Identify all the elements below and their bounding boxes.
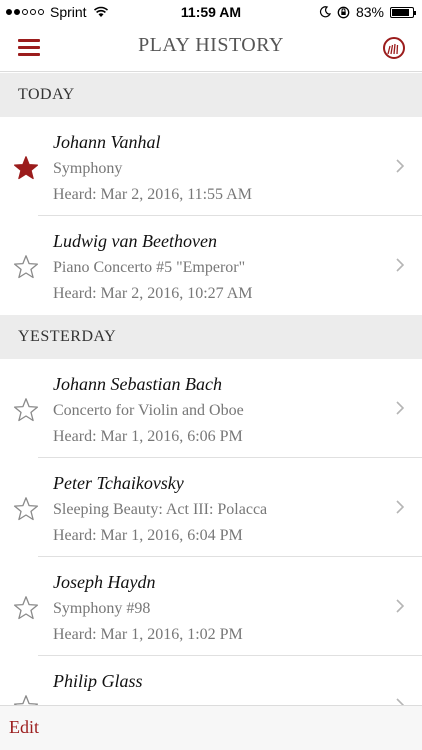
chevron-right-icon (396, 159, 404, 173)
play-history-list[interactable]: TODAY Johann Vanhal Symphony Heard: Mar … (0, 73, 422, 705)
heard-timestamp: Heard: Mar 1, 2016, 1:02 PM (53, 626, 243, 643)
composer-name: Johann Vanhal (53, 132, 161, 152)
battery-icon (390, 6, 416, 18)
now-playing-logo-icon[interactable] (382, 36, 406, 60)
composer-name: Philip Glass (53, 671, 143, 691)
row-text: Ludwig van Beethoven Piano Concerto #5 "… (53, 228, 382, 307)
history-row[interactable]: Johann Vanhal Symphony Heard: Mar 2, 201… (0, 117, 422, 216)
chevron-right-icon (396, 599, 404, 613)
work-title: Concerto for Violin and Oboe (53, 402, 244, 419)
history-row[interactable]: Ludwig van Beethoven Piano Concerto #5 "… (0, 216, 422, 315)
heard-timestamp: Heard: Mar 1, 2016, 6:04 PM (53, 527, 243, 544)
row-text: Philip Glass (53, 668, 382, 695)
chevron-right-icon (396, 698, 404, 705)
star-filled-icon[interactable] (13, 155, 39, 181)
status-right: 83% (319, 4, 416, 20)
work-title: Symphony (53, 160, 123, 177)
composer-name: Johann Sebastian Bach (53, 374, 222, 394)
battery-percent: 83% (355, 4, 384, 20)
heard-timestamp: Heard: Mar 1, 2016, 6:06 PM (53, 428, 243, 445)
moon-icon (319, 6, 331, 18)
chevron-right-icon (396, 401, 404, 415)
battery-fill (392, 8, 409, 16)
row-text: Peter Tchaikovsky Sleeping Beauty: Act I… (53, 470, 382, 549)
star-outline-icon[interactable] (13, 694, 39, 705)
heard-timestamp: Heard: Mar 2, 2016, 11:55 AM (53, 186, 252, 203)
history-row[interactable]: Philip Glass (0, 656, 422, 705)
composer-name: Ludwig van Beethoven (53, 231, 217, 251)
work-title: Symphony #98 (53, 600, 151, 617)
row-text: Johann Sebastian Bach Concerto for Violi… (53, 371, 382, 450)
section-header: YESTERDAY (0, 315, 422, 359)
history-row[interactable]: Peter Tchaikovsky Sleeping Beauty: Act I… (0, 458, 422, 557)
star-outline-icon[interactable] (13, 397, 39, 423)
chevron-right-icon (396, 500, 404, 514)
rotation-lock-icon (337, 6, 350, 18)
status-bar: Sprint 11:59 AM 83% (0, 0, 422, 24)
nav-bar: PLAY HISTORY (0, 24, 422, 72)
history-row[interactable]: Joseph Haydn Symphony #98 Heard: Mar 1, … (0, 557, 422, 656)
star-outline-icon[interactable] (13, 595, 39, 621)
star-outline-icon[interactable] (13, 496, 39, 522)
work-title: Sleeping Beauty: Act III: Polacca (53, 501, 268, 518)
edit-button[interactable]: Edit (9, 717, 39, 738)
page-title: PLAY HISTORY (138, 34, 284, 56)
heard-timestamp: Heard: Mar 2, 2016, 10:27 AM (53, 285, 253, 302)
composer-name: Peter Tchaikovsky (53, 473, 184, 493)
section-header: TODAY (0, 73, 422, 117)
star-outline-icon[interactable] (13, 254, 39, 280)
row-text: Johann Vanhal Symphony Heard: Mar 2, 201… (53, 129, 382, 208)
composer-name: Joseph Haydn (53, 572, 156, 592)
bottom-toolbar: Edit (0, 705, 422, 750)
history-row[interactable]: Johann Sebastian Bach Concerto for Violi… (0, 359, 422, 458)
work-title: Piano Concerto #5 "Emperor" (53, 259, 246, 276)
chevron-right-icon (396, 258, 404, 272)
row-text: Joseph Haydn Symphony #98 Heard: Mar 1, … (53, 569, 382, 648)
